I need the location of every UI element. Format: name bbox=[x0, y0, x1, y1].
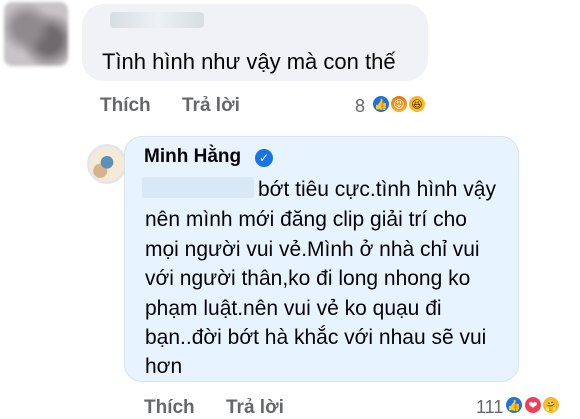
author-name[interactable]: Minh Hằng bbox=[144, 146, 241, 168]
care-icon: 🤗 bbox=[541, 395, 561, 415]
author-avatar[interactable] bbox=[87, 144, 127, 184]
reply-line-6: bạn..đời bớt hà khắc với nhau sẽ vui bbox=[145, 326, 487, 349]
reply-reaction-count[interactable]: 111 bbox=[476, 397, 503, 418]
reply-actions: Thích bbox=[144, 397, 195, 419]
reply-line-4: với người thân,ko đi long nhong ko bbox=[145, 267, 471, 290]
like-button[interactable]: Thích bbox=[100, 95, 151, 116]
blurred-avatar[interactable] bbox=[4, 2, 68, 66]
reply-line-1: bớt tiêu cực.tình hình vậy bbox=[258, 178, 496, 201]
reply-reply-button[interactable]: Trả lời bbox=[226, 397, 284, 418]
reply-line-2: nên mình mới đăng clip giải trí cho bbox=[145, 208, 467, 231]
angry-icon: 😡 bbox=[389, 94, 409, 114]
reply-button[interactable]: Trả lời bbox=[182, 95, 240, 116]
haha-icon: 😆 bbox=[407, 94, 427, 114]
blurred-mention[interactable] bbox=[142, 177, 254, 198]
reply-line-3: mọi người vui vẻ.Mình ở nhà chỉ vui bbox=[145, 238, 480, 261]
comment-actions: Thích bbox=[100, 95, 151, 117]
like-icon: 👍 bbox=[371, 94, 391, 114]
reply-line-5: phạm luật.nên vui vẻ ko quạu đi bbox=[145, 297, 442, 320]
reaction-count[interactable]: 8 bbox=[355, 96, 365, 117]
blurred-commenter-name[interactable] bbox=[110, 12, 204, 28]
comment-text: Tình hình như vậy mà con thế bbox=[102, 49, 396, 74]
reply-like-button[interactable]: Thích bbox=[144, 397, 195, 418]
reply-like-icon: 👍 bbox=[504, 395, 524, 415]
love-icon: ❤ bbox=[523, 395, 543, 415]
comment-actions-reply: Trả lời bbox=[182, 95, 240, 117]
verified-badge-icon: ✓ bbox=[255, 149, 273, 167]
reply-line-7: hơn bbox=[145, 355, 183, 378]
reply-actions-reply: Trả lời bbox=[226, 397, 284, 419]
